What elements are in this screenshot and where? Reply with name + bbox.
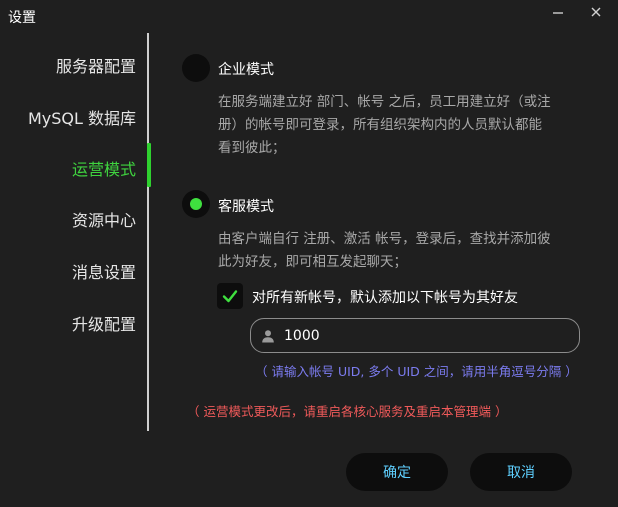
customer-service-mode-radio[interactable] <box>182 190 210 218</box>
active-indicator <box>147 143 151 187</box>
enterprise-desc-line: 在服务端建立好 部门、帐号 之后，员工用建立好（或注 <box>218 94 551 110</box>
sidebar-item-operation-mode[interactable]: 运营模式 <box>72 156 136 180</box>
enterprise-desc-line: 看到彼此； <box>218 140 286 156</box>
restart-warning: （ 运营模式更改后，请重启各核心服务及重启本管理端 ） <box>187 404 508 419</box>
close-icon <box>591 7 601 17</box>
enterprise-mode-label: 企业模式 <box>218 62 274 78</box>
enterprise-mode-description: 在服务端建立好 部门、帐号 之后，员工用建立好（或注 册）的帐号即可登录，所有组… <box>218 91 551 160</box>
customer-service-mode-description: 由客户端自行 注册、激活 帐号，登录后，查找并添加彼 此为好友，即可相互发起聊天… <box>218 228 551 274</box>
sidebar-item-resource-center[interactable]: 资源中心 <box>72 207 136 231</box>
user-icon <box>261 328 277 344</box>
enterprise-desc-line: 册）的帐号即可登录，所有组织架构内的人员默认都能 <box>218 117 542 133</box>
auto-friend-checkbox[interactable] <box>217 283 243 309</box>
minimize-icon <box>553 12 563 14</box>
customer-desc-line: 由客户端自行 注册、激活 帐号，登录后，查找并添加彼 <box>218 231 551 247</box>
checkmark-icon <box>222 290 238 303</box>
close-button[interactable] <box>587 3 605 21</box>
auto-friend-label: 对所有新帐号，默认添加以下帐号为其好友 <box>252 290 518 306</box>
enterprise-mode-radio[interactable] <box>182 54 210 82</box>
friend-uid-field[interactable] <box>250 318 580 353</box>
uid-hint: （ 请输入帐号 UID, 多个 UID 之间，请用半角逗号分隔 ） <box>255 364 578 379</box>
settings-sidebar: 服务器配置 MySQL 数据库 运营模式 资源中心 消息设置 升级配置 <box>0 40 150 432</box>
customer-service-mode-label: 客服模式 <box>218 199 274 215</box>
sidebar-divider <box>147 33 149 431</box>
sidebar-item-server-config[interactable]: 服务器配置 <box>56 53 136 77</box>
window-title: 设置 <box>8 10 36 26</box>
sidebar-item-mysql-database[interactable]: MySQL 数据库 <box>28 105 136 129</box>
title-bar: 设置 <box>0 0 618 32</box>
friend-uid-input[interactable] <box>284 327 579 344</box>
sidebar-item-message-settings[interactable]: 消息设置 <box>72 259 136 283</box>
customer-desc-line: 此为好友，即可相互发起聊天； <box>218 254 407 270</box>
cancel-button[interactable]: 取消 <box>470 453 572 491</box>
minimize-button[interactable] <box>549 4 567 22</box>
confirm-button[interactable]: 确定 <box>346 453 448 491</box>
sidebar-item-upgrade-config[interactable]: 升级配置 <box>72 311 136 335</box>
